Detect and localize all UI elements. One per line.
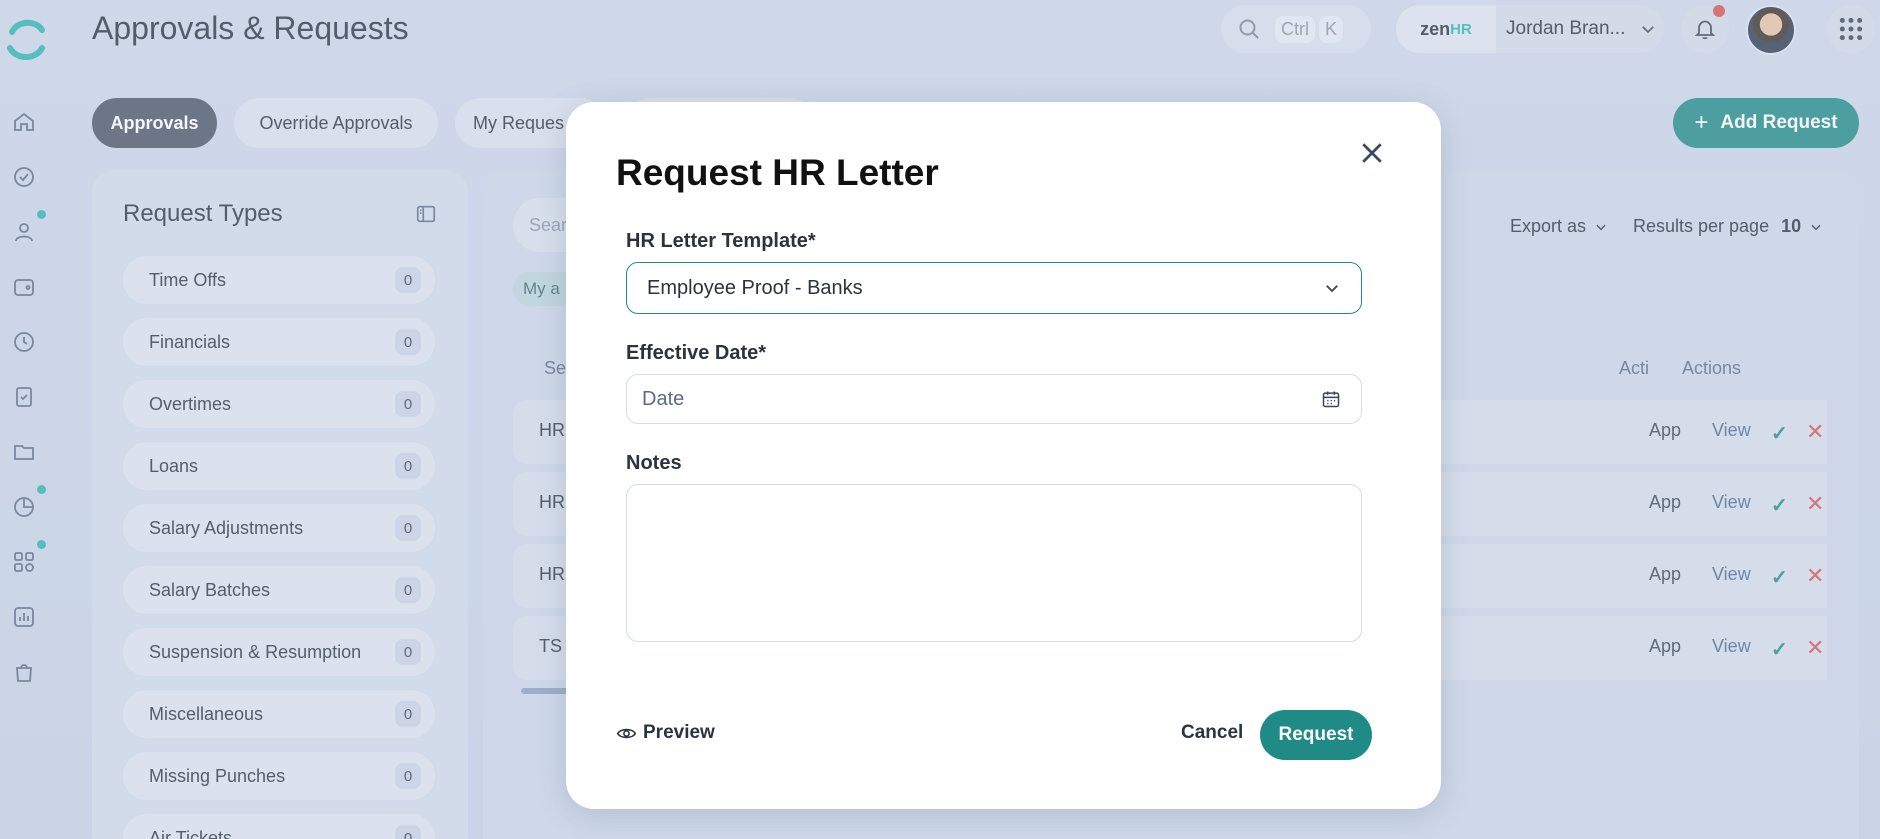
date-placeholder: Date <box>642 387 685 410</box>
effective-date-input[interactable]: Date <box>626 374 1362 424</box>
modal-title: Request HR Letter <box>616 152 939 193</box>
effective-date-label: Effective Date* <box>626 342 767 364</box>
cancel-button[interactable]: Cancel <box>1181 722 1243 744</box>
calendar-icon[interactable] <box>1321 389 1341 409</box>
close-icon[interactable] <box>1357 138 1387 168</box>
notes-label: Notes <box>626 452 682 474</box>
preview-button[interactable]: Preview <box>616 722 715 744</box>
notes-textarea[interactable] <box>626 484 1362 642</box>
preview-label: Preview <box>643 722 715 743</box>
app-background: Approvals & Requests Ctrl K zen HR Jordan… <box>0 0 1880 839</box>
template-selected-value: Employee Proof - Banks <box>647 276 863 299</box>
request-button[interactable]: Request <box>1260 710 1372 760</box>
eye-icon <box>616 728 637 738</box>
request-hr-letter-modal: Request HR Letter HR Letter Template* Em… <box>566 102 1441 809</box>
template-label: HR Letter Template* <box>626 230 816 252</box>
chevron-down-icon <box>1326 285 1338 293</box>
hr-letter-template-select[interactable]: Employee Proof - Banks <box>626 262 1362 314</box>
